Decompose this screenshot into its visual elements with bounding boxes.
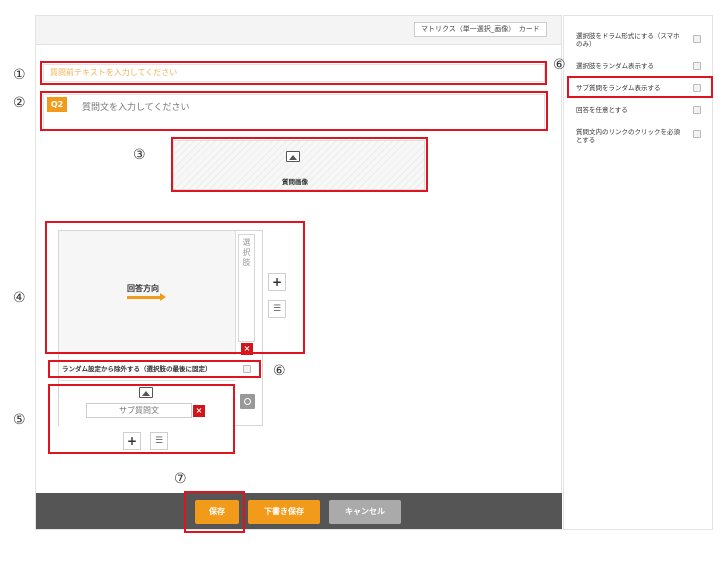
highlight-box-3 xyxy=(171,137,428,192)
setting-checkbox-drum[interactable] xyxy=(693,35,701,43)
highlight-box-5 xyxy=(48,384,235,454)
annotation-4: ④ xyxy=(13,290,26,306)
highlight-box-7 xyxy=(184,491,245,533)
cancel-button[interactable]: キャンセル xyxy=(329,500,401,524)
annotation-6b: ⑥ xyxy=(553,57,566,73)
highlight-box-1 xyxy=(40,61,547,85)
gear-icon[interactable] xyxy=(240,394,255,409)
setting-checkbox-optional[interactable] xyxy=(693,106,701,114)
annotation-2: ② xyxy=(13,95,26,111)
annotation-1: ① xyxy=(13,67,26,83)
save-draft-button[interactable]: 下書き保存 xyxy=(248,500,320,524)
setting-checkbox-link-click[interactable] xyxy=(693,130,701,138)
highlight-box-6a xyxy=(48,360,261,378)
annotation-6a: ⑥ xyxy=(273,363,286,379)
setting-label-link-click: 質問文内のリンクのクリックを必須とする xyxy=(576,128,680,144)
highlight-box-2 xyxy=(40,91,548,131)
annotation-3: ③ xyxy=(133,147,146,163)
annotation-5: ⑤ xyxy=(13,412,26,428)
setting-label-optional: 回答を任意とする xyxy=(576,106,628,114)
highlight-box-4 xyxy=(45,221,305,354)
setting-label-drum: 選択肢をドラム形式にする（スマホのみ） xyxy=(576,32,680,48)
setting-checkbox-random-choices[interactable] xyxy=(693,62,701,70)
question-type-button[interactable]: マトリクス（単一選択_画像） カード xyxy=(414,22,547,37)
annotation-7: ⑦ xyxy=(174,471,187,487)
setting-label-random-choices: 選択肢をランダム表示する xyxy=(576,62,654,70)
highlight-box-6b xyxy=(567,76,713,98)
